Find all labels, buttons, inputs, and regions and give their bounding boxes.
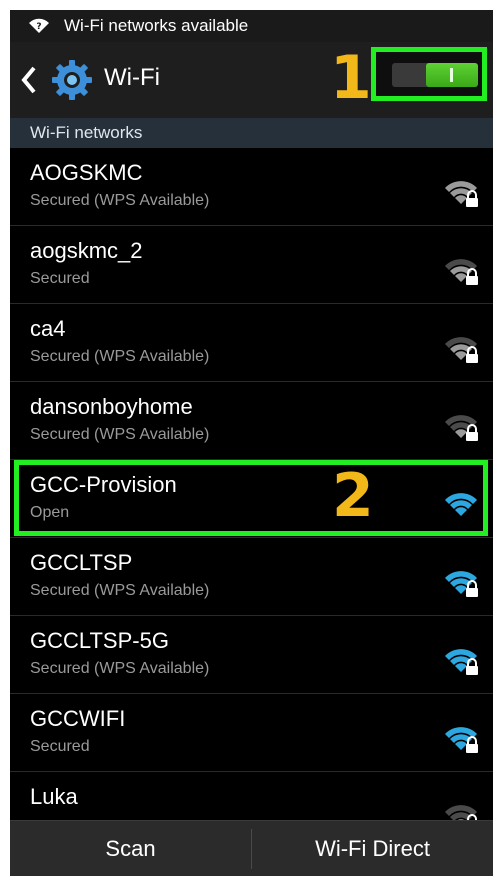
wifi-direct-button[interactable]: Wi-Fi Direct	[252, 821, 493, 876]
network-row[interactable]: ca4 Secured (WPS Available)	[10, 304, 493, 382]
wifi-lock-icon	[445, 415, 478, 441]
wifi-lock-icon	[445, 727, 478, 753]
selected-network-highlight	[14, 460, 488, 536]
network-name: GCCLTSP-5G	[30, 628, 169, 653]
status-bar: ? Wi-Fi networks available	[10, 10, 493, 42]
network-row[interactable]: GCCWIFI Secured	[10, 694, 493, 772]
wifi-notification-icon: ?	[29, 18, 49, 33]
network-row[interactable]: GCCLTSP-5G Secured (WPS Available)	[10, 616, 493, 694]
wifi-toggle-highlight	[371, 47, 487, 101]
network-status: Secured (WPS Available)	[30, 192, 210, 209]
status-bar-text: Wi-Fi networks available	[64, 16, 249, 35]
network-status: Secured (WPS Available)	[30, 582, 210, 599]
phone-screen: ? Wi-Fi networks available Wi-Fi 1 Wi-Fi…	[10, 10, 493, 876]
chevron-left-icon[interactable]	[18, 64, 38, 96]
network-name: aogskmc_2	[30, 238, 143, 263]
network-name: Luka	[30, 784, 78, 809]
network-name: GCCWIFI	[30, 706, 126, 731]
wifi-lock-icon	[445, 337, 478, 363]
wifi-lock-icon	[445, 181, 478, 207]
wifi-lock-icon	[445, 259, 478, 285]
bottom-bar: Scan Wi-Fi Direct	[10, 820, 493, 876]
network-row[interactable]: GCCLTSP Secured (WPS Available)	[10, 538, 493, 616]
network-status: Secured (WPS Available)	[30, 426, 210, 443]
wifi-lock-icon	[445, 571, 478, 597]
network-status: Secured (WPS Available)	[30, 660, 210, 677]
network-row[interactable]: AOGSKMC Secured (WPS Available)	[10, 148, 493, 226]
wifi-lock-icon	[445, 649, 478, 675]
svg-text:?: ?	[36, 22, 41, 32]
network-status: Secured	[30, 270, 90, 287]
network-name: ca4	[30, 316, 66, 341]
gear-icon[interactable]	[50, 58, 94, 102]
annotation-step-2: 2	[332, 461, 374, 531]
network-name: dansonboyhome	[30, 394, 193, 419]
network-row[interactable]: dansonboyhome Secured (WPS Available)	[10, 382, 493, 460]
annotation-step-1: 1	[330, 43, 372, 113]
network-status: Secured	[30, 738, 90, 755]
action-bar: Wi-Fi 1	[10, 42, 493, 119]
network-row[interactable]: aogskmc_2 Secured	[10, 226, 493, 304]
network-status: Secured (WPS Available)	[30, 348, 210, 365]
network-name: GCCLTSP	[30, 550, 133, 575]
toggle-thumb	[426, 63, 478, 87]
page-title: Wi-Fi	[104, 64, 160, 91]
wifi-toggle[interactable]	[392, 63, 478, 87]
scan-button[interactable]: Scan	[10, 821, 251, 876]
section-header: Wi-Fi networks	[10, 118, 493, 148]
network-name: AOGSKMC	[30, 160, 143, 185]
